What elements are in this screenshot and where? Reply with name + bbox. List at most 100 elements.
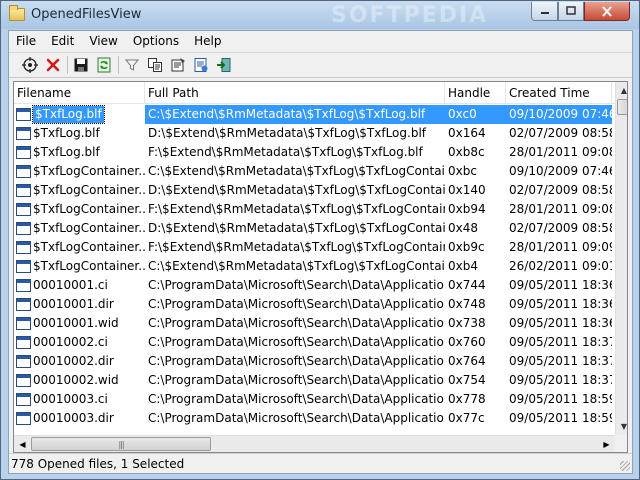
table-row[interactable]: $TxfLog.blf F:\$Extend\$RmMetadata\$TxfLo… — [14, 143, 615, 162]
cell-created-time: 09/05/2011 18:37:52 — [509, 373, 612, 387]
table-row[interactable]: 00010001.wid C:\ProgramData\Microsoft\Sea… — [14, 314, 615, 333]
file-icon — [16, 317, 31, 330]
scroll-left-arrow[interactable]: ◀ — [14, 436, 31, 452]
filter-button[interactable] — [121, 55, 143, 75]
vertical-scrollbar[interactable]: ▲ ▼ — [615, 82, 627, 435]
cell-filename: $TxfLogContainer... — [14, 162, 145, 181]
table-row[interactable]: 00010001.dir C:\ProgramData\Microsoft\Sea… — [14, 295, 615, 314]
cell-filename: 00010002.wid — [14, 371, 145, 390]
menu-help[interactable]: Help — [187, 31, 229, 51]
filename-text: 00010001.ci — [33, 278, 108, 292]
toolbar — [9, 52, 632, 78]
cell-full-path: C:\$Extend\$RmMetadata\$TxfLog\$TxfLogCo… — [148, 259, 445, 273]
cell-full-path: C:\$Extend\$RmMetadata\$TxfLog\$TxfLogCo… — [148, 164, 445, 178]
file-icon — [16, 336, 31, 349]
cell-filename: $TxfLog.blf — [14, 143, 145, 162]
title-bar[interactable]: OpenedFilesView SOFTPEDIA — [1, 1, 639, 29]
table-row[interactable]: $TxfLogContainer... D:\$Extend\$RmMetadat… — [14, 181, 615, 200]
scrollbar-corner — [615, 435, 627, 452]
vertical-scroll-thumb[interactable] — [617, 99, 627, 115]
cell-full-path: C:\ProgramData\Microsoft\Search\Data\App… — [148, 411, 445, 425]
table-row[interactable]: $TxfLog.blf C:\$Extend\$RmMetadata\$TxfLo… — [14, 105, 615, 124]
table-row[interactable]: 00010002.dir C:\ProgramData\Microsoft\Sea… — [14, 352, 615, 371]
file-icon — [16, 222, 31, 235]
close-icon — [602, 5, 612, 17]
exit-button[interactable] — [213, 55, 235, 75]
column-filename[interactable]: Filename — [14, 82, 145, 104]
copy-icon — [148, 58, 162, 72]
filename-text: $TxfLogContainer... — [33, 259, 145, 273]
table-row[interactable]: $TxfLogContainer... D:\$Extend\$RmMetadat… — [14, 219, 615, 238]
close-handle-button[interactable] — [42, 55, 64, 75]
cell-handle: 0x77c — [448, 411, 485, 425]
filter-icon — [124, 59, 140, 71]
table-row[interactable]: 00010003.dir C:\ProgramData\Microsoft\Sea… — [14, 409, 615, 428]
cell-full-path: D:\$Extend\$RmMetadata\$TxfLog\$TxfLog.b… — [148, 126, 427, 140]
filename-text: 00010001.dir — [33, 297, 114, 311]
menu-view[interactable]: View — [82, 31, 125, 51]
column-created-time[interactable]: Created Time — [506, 82, 612, 104]
cell-handle: 0x764 — [448, 354, 486, 368]
exit-icon — [217, 58, 231, 72]
cell-created-time: 09/05/2011 18:36:04 — [509, 278, 612, 292]
cell-created-time: 09/05/2011 18:59:39 — [509, 411, 612, 425]
cell-handle: 0x48 — [448, 221, 479, 235]
target-button[interactable] — [19, 55, 41, 75]
filename-text: 00010003.ci — [33, 392, 108, 406]
column-handle[interactable]: Handle — [445, 82, 506, 104]
file-icon — [16, 127, 31, 140]
scroll-down-arrow[interactable]: ▼ — [616, 418, 627, 435]
filename-text: 00010003.dir — [33, 411, 114, 425]
menu-edit[interactable]: Edit — [44, 31, 82, 51]
scroll-up-arrow[interactable]: ▲ — [616, 82, 627, 99]
table-row[interactable]: $TxfLogContainer... C:\$Extend\$RmMetadat… — [14, 257, 615, 276]
menu-options[interactable]: Options — [126, 31, 187, 51]
refresh-button[interactable] — [93, 55, 115, 75]
cell-created-time: 09/05/2011 18:59:38 — [509, 392, 612, 406]
table-row[interactable]: $TxfLogContainer... C:\$Extend\$RmMetadat… — [14, 162, 615, 181]
cell-filename: $TxfLog.blf — [14, 124, 145, 143]
file-icon — [16, 108, 31, 121]
file-list[interactable]: Filename Full Path Handle Created Time $… — [13, 81, 628, 453]
table-row[interactable]: 00010003.ci C:\ProgramData\Microsoft\Sear… — [14, 390, 615, 409]
list-header: Filename Full Path Handle Created Time — [14, 82, 627, 104]
file-icon — [16, 260, 31, 273]
copy-button[interactable] — [144, 55, 166, 75]
cell-handle: 0x760 — [448, 335, 486, 349]
table-row[interactable]: 00010001.ci C:\ProgramData\Microsoft\Sear… — [14, 276, 615, 295]
html-report-button[interactable] — [190, 55, 212, 75]
menu-file[interactable]: File — [9, 31, 44, 51]
save-button[interactable] — [70, 55, 92, 75]
resize-grip[interactable] — [620, 461, 630, 471]
table-row[interactable]: 00010002.wid C:\ProgramData\Microsoft\Sea… — [14, 371, 615, 390]
filename-text: 00010001.wid — [33, 316, 119, 330]
app-window: OpenedFilesView SOFTPEDIA File Edit View… — [0, 0, 640, 480]
cell-created-time: 09/05/2011 18:37:52 — [509, 335, 612, 349]
table-row[interactable]: $TxfLogContainer... F:\$Extend\$RmMetadat… — [14, 238, 615, 257]
cell-full-path: C:\ProgramData\Microsoft\Search\Data\App… — [148, 297, 445, 311]
maximize-button[interactable] — [558, 2, 584, 21]
menu-bar: File Edit View Options Help — [9, 31, 632, 51]
window-title: OpenedFilesView — [31, 7, 142, 22]
cell-handle: 0xb4 — [448, 259, 478, 273]
horizontal-scrollbar[interactable]: ◀ ||| ▶ — [14, 435, 615, 452]
cell-handle: 0x748 — [448, 297, 486, 311]
close-window-button[interactable] — [584, 2, 630, 21]
table-row[interactable]: 00010002.ci C:\ProgramData\Microsoft\Sear… — [14, 333, 615, 352]
filename-text: $TxfLogContainer... — [33, 164, 145, 178]
cell-created-time: 02/07/2009 08:58:31 — [509, 183, 612, 197]
watermark: SOFTPEDIA — [331, 3, 489, 28]
filename-text: $TxfLogContainer... — [33, 202, 145, 216]
table-row[interactable]: $TxfLogContainer... F:\$Extend\$RmMetadat… — [14, 200, 615, 219]
cell-handle: 0xbc — [448, 164, 477, 178]
table-row[interactable]: $TxfLog.blf D:\$Extend\$RmMetadata\$TxfLo… — [14, 124, 615, 143]
refresh-icon — [97, 57, 111, 73]
scroll-right-arrow[interactable]: ▶ — [598, 436, 615, 452]
filename-text: $TxfLog.blf — [33, 145, 100, 159]
minimize-button[interactable] — [531, 2, 558, 21]
cell-handle: 0x140 — [448, 183, 486, 197]
properties-button[interactable] — [167, 55, 189, 75]
cell-handle: 0xc0 — [445, 105, 506, 124]
column-full-path[interactable]: Full Path — [145, 82, 445, 104]
horizontal-scroll-thumb[interactable]: ||| — [31, 437, 211, 451]
